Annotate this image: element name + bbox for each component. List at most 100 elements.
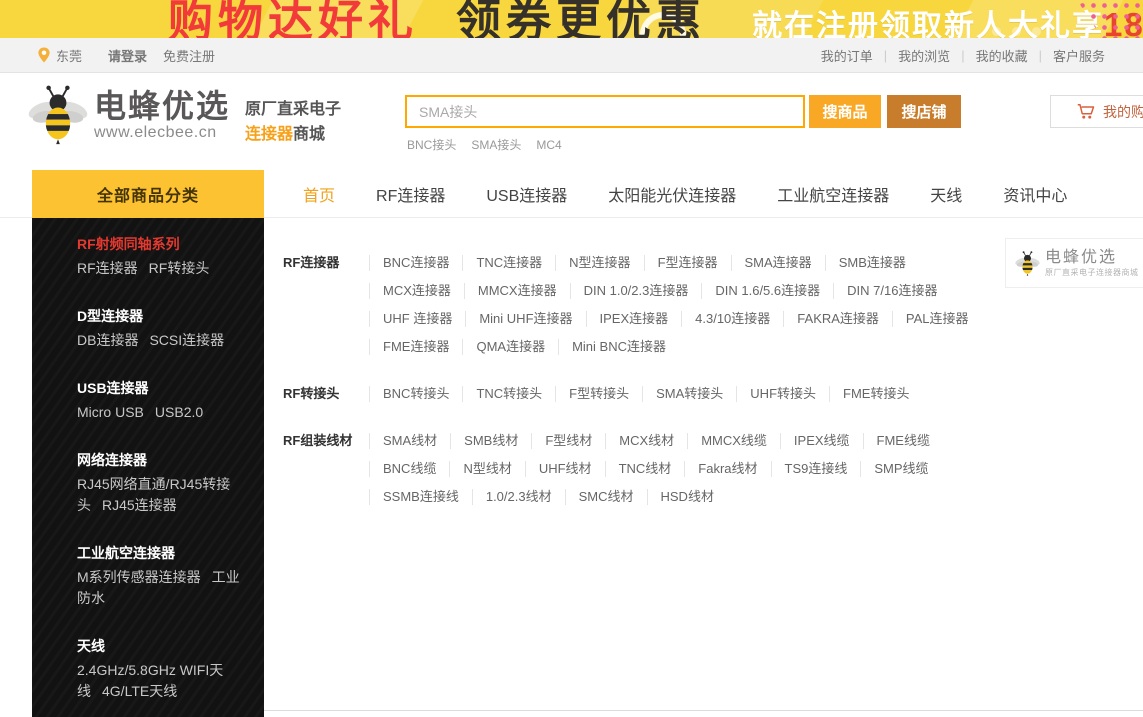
category-link[interactable]: SMA连接器 bbox=[731, 255, 825, 271]
utility-link[interactable]: 客户服务 bbox=[1053, 46, 1105, 65]
sidebar-sub-link[interactable]: M系列传感器连接器 bbox=[77, 569, 201, 585]
hot-keyword-link[interactable]: SMA接头 bbox=[471, 138, 521, 152]
category-link-group: RF转接头BNC转接头TNC转接头F型转接头SMA转接头UHF转接头FME转接头 bbox=[283, 380, 992, 408]
category-link[interactable]: DIN 1.0/2.3连接器 bbox=[570, 283, 702, 299]
category-link[interactable]: IPEX线缆 bbox=[780, 433, 863, 449]
category-link[interactable]: FME转接头 bbox=[829, 386, 922, 402]
sidebar-category-title[interactable]: USB连接器 bbox=[77, 378, 246, 398]
hot-keyword-link[interactable]: MC4 bbox=[536, 138, 561, 152]
sidebar-sub-link[interactable]: 4G/LTE天线 bbox=[102, 683, 177, 699]
category-link[interactable]: F型线材 bbox=[531, 433, 605, 449]
category-link[interactable]: TS9连接线 bbox=[771, 461, 861, 477]
utility-link[interactable]: 我的订单 bbox=[821, 46, 873, 65]
sidebar-sub-link[interactable]: RF连接器 bbox=[77, 260, 138, 276]
sidebar-category-title[interactable]: 网络连接器 bbox=[77, 450, 246, 470]
location-pin-icon bbox=[38, 47, 50, 63]
category-link[interactable]: SMA转接头 bbox=[642, 386, 736, 402]
cart-button[interactable]: 我的购物车 bbox=[1050, 95, 1143, 128]
sidebar-sub-link[interactable]: RJ45连接器 bbox=[102, 497, 177, 513]
sidebar-category-title[interactable]: 工业航空连接器 bbox=[77, 543, 246, 563]
category-link[interactable]: DIN 7/16连接器 bbox=[833, 283, 950, 299]
category-link[interactable]: MMCX线缆 bbox=[687, 433, 780, 449]
sidebar-category-title[interactable]: RF射频同轴系列 bbox=[77, 234, 246, 254]
nav-item[interactable]: 资讯中心 bbox=[1003, 182, 1067, 206]
category-link[interactable]: MCX连接器 bbox=[369, 283, 464, 299]
location-group: 东莞 请登录 免费注册 bbox=[38, 46, 215, 65]
category-link[interactable]: PAL连接器 bbox=[892, 311, 982, 327]
utility-bar: 东莞 请登录 免费注册 我的订单|我的浏览|我的收藏|客户服务 bbox=[0, 38, 1143, 73]
category-link[interactable]: SMB线材 bbox=[450, 433, 531, 449]
sidebar-category-sublinks: 2.4GHz/5.8GHz WIFI天线4G/LTE天线 bbox=[77, 660, 246, 702]
nav-item[interactable]: USB连接器 bbox=[486, 182, 567, 206]
category-link[interactable]: TNC连接器 bbox=[462, 255, 555, 271]
sidebar-sub-link[interactable]: Micro USB bbox=[77, 404, 144, 420]
search-shops-button[interactable]: 搜店铺 bbox=[887, 95, 961, 128]
sidebar-category-sublinks: DB连接器 SCSI连接器 bbox=[77, 330, 246, 351]
category-link[interactable]: DIN 1.6/5.6连接器 bbox=[701, 283, 833, 299]
sidebar-category-group: RF射频同轴系列 RF连接器 RF转接头 bbox=[77, 234, 246, 279]
nav-item[interactable]: 天线 bbox=[930, 182, 962, 206]
category-link[interactable]: FAKRA连接器 bbox=[783, 311, 892, 327]
category-link[interactable]: TNC转接头 bbox=[462, 386, 555, 402]
category-link[interactable]: UHF线材 bbox=[525, 461, 605, 477]
category-link[interactable]: BNC线缆 bbox=[369, 461, 449, 477]
category-link[interactable]: UHF 连接器 bbox=[369, 311, 465, 327]
category-group-label: RF转接头 bbox=[283, 380, 369, 408]
category-link[interactable]: MCX线材 bbox=[605, 433, 687, 449]
search-products-button[interactable]: 搜商品 bbox=[809, 95, 881, 128]
sidebar-sub-link[interactable]: SCSI连接器 bbox=[149, 332, 224, 348]
category-link[interactable]: BNC转接头 bbox=[369, 386, 462, 402]
nav-item[interactable]: 首页 bbox=[303, 182, 335, 206]
category-link[interactable]: MMCX连接器 bbox=[464, 283, 570, 299]
site-logo[interactable]: 电蜂优选 www.elecbee.cn bbox=[28, 84, 230, 146]
location-link[interactable]: 东莞 bbox=[56, 46, 82, 65]
category-link[interactable]: N型连接器 bbox=[555, 255, 643, 271]
promo-banner[interactable]: 购物达好礼 领券更优惠 就在注册领取新人大礼享18元无门槛红包 bbox=[0, 0, 1143, 38]
category-link[interactable]: SMP线缆 bbox=[860, 461, 941, 477]
utility-link[interactable]: 我的浏览 bbox=[898, 46, 950, 65]
category-link[interactable]: BNC连接器 bbox=[369, 255, 462, 271]
category-link[interactable]: SMC线材 bbox=[565, 489, 647, 505]
category-link[interactable]: UHF转接头 bbox=[736, 386, 829, 402]
brand-side-card[interactable]: 电蜂优选 原厂直采电子连接器商城 bbox=[1005, 238, 1143, 288]
category-link[interactable]: SMB连接器 bbox=[825, 255, 919, 271]
category-link[interactable]: F型连接器 bbox=[644, 255, 731, 271]
category-link[interactable]: N型线材 bbox=[449, 461, 524, 477]
tagline-highlight: 连接器 bbox=[245, 126, 293, 143]
sidebar-category-group: 天线 2.4GHz/5.8GHz WIFI天线4G/LTE天线 bbox=[77, 636, 246, 702]
category-link[interactable]: TNC线材 bbox=[605, 461, 685, 477]
utility-link[interactable]: 我的收藏 bbox=[976, 46, 1028, 65]
category-link[interactable]: FME连接器 bbox=[369, 339, 462, 355]
category-link[interactable]: IPEX连接器 bbox=[586, 311, 682, 327]
category-link[interactable]: SMA线材 bbox=[369, 433, 450, 449]
banner-dot bbox=[992, 27, 1001, 36]
sidebar-category-group: D型连接器 DB连接器 SCSI连接器 bbox=[77, 306, 246, 351]
sidebar-sub-link[interactable]: USB2.0 bbox=[155, 404, 203, 420]
bee-logo-icon bbox=[28, 84, 88, 146]
search-input[interactable] bbox=[405, 95, 805, 128]
sidebar-sub-link[interactable]: DB连接器 bbox=[77, 332, 138, 348]
category-link[interactable]: F型转接头 bbox=[555, 386, 642, 402]
register-link[interactable]: 免费注册 bbox=[163, 46, 215, 65]
site-header: 电蜂优选 www.elecbee.cn 原厂直采电子 连接器商城 搜商品 搜店铺… bbox=[0, 73, 1143, 170]
sidebar-category-title[interactable]: D型连接器 bbox=[77, 306, 246, 326]
category-link[interactable]: HSD线材 bbox=[647, 489, 727, 505]
sidebar-category-title[interactable]: 天线 bbox=[77, 636, 246, 656]
category-link[interactable]: Mini UHF连接器 bbox=[465, 311, 585, 327]
category-link[interactable]: SSMB连接线 bbox=[369, 489, 472, 505]
category-link[interactable]: 4.3/10连接器 bbox=[681, 311, 783, 327]
nav-item[interactable]: 太阳能光伏连接器 bbox=[608, 182, 736, 206]
login-link[interactable]: 请登录 bbox=[108, 46, 147, 65]
category-link[interactable]: QMA连接器 bbox=[462, 339, 558, 355]
category-link[interactable]: FME线缆 bbox=[863, 433, 943, 449]
category-link[interactable]: Fakra线材 bbox=[684, 461, 770, 477]
nav-row: 全部商品分类 首页 RF连接器 USB连接器 太阳能光伏连接器 工业航空连接器 天线 资讯中… bbox=[0, 170, 1143, 218]
hot-keyword-link[interactable]: BNC接头 bbox=[407, 138, 456, 152]
nav-item[interactable]: 工业航空连接器 bbox=[777, 182, 889, 206]
sidebar-category-sublinks: Micro USB USB2.0 bbox=[77, 402, 246, 423]
sidebar-sub-link[interactable]: RF转接头 bbox=[149, 260, 210, 276]
nav-item[interactable]: RF连接器 bbox=[376, 182, 445, 206]
all-categories-button[interactable]: 全部商品分类 bbox=[32, 170, 264, 218]
category-link[interactable]: Mini BNC连接器 bbox=[558, 339, 679, 355]
category-link[interactable]: 1.0/2.3线材 bbox=[472, 489, 565, 505]
